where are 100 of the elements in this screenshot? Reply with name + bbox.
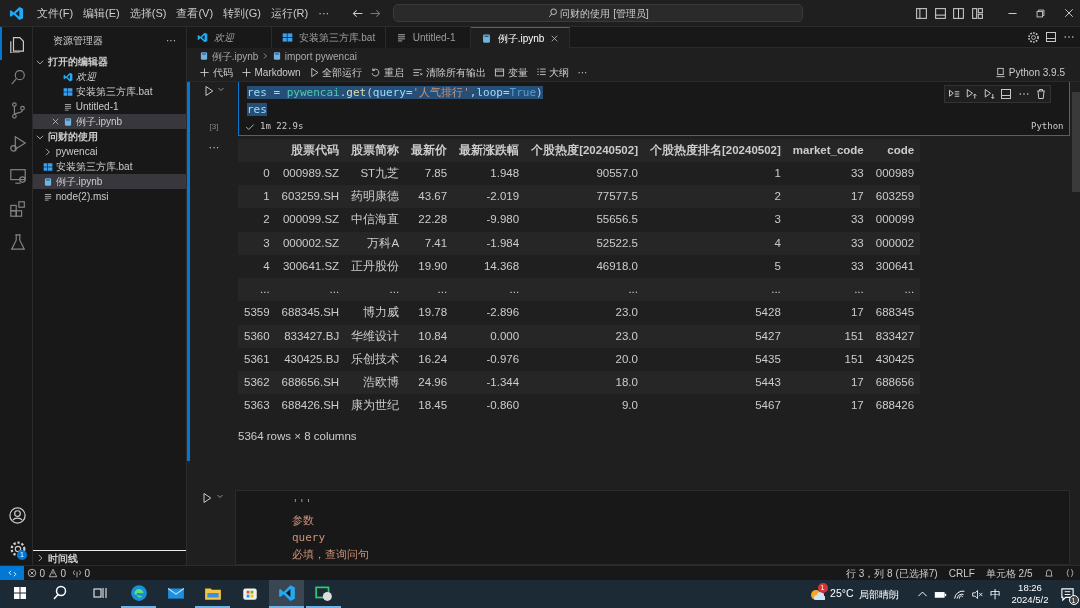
editor-tab[interactable]: 安装第三方库.bat <box>272 27 387 48</box>
command-center-search[interactable]: 问财的使用 [管理员] <box>393 4 804 22</box>
breadcrumb-item[interactable]: 例子.ipynb <box>211 48 259 64</box>
status-item[interactable]: 单元格 2/5 <box>985 565 1033 581</box>
section-header[interactable]: 打开的编辑器 <box>47 54 108 69</box>
toolbar-button[interactable]: 清除所有输出 <box>408 65 490 80</box>
toolbar-button[interactable]: 全部运行 <box>304 65 367 80</box>
start-icon[interactable] <box>12 585 28 601</box>
run-by-line-icon[interactable] <box>947 88 960 100</box>
run-all-icon <box>308 67 320 78</box>
toolbar-button[interactable]: 代码 <box>195 65 237 80</box>
menu-item[interactable]: 选择(S) <box>124 4 172 22</box>
table-cell: 000002.SZ <box>275 231 346 255</box>
editor-tab[interactable]: 欢迎 <box>187 27 272 48</box>
section-header[interactable]: 时间线 <box>47 550 78 566</box>
close-icon[interactable] <box>549 33 559 43</box>
close-icon[interactable] <box>51 117 60 126</box>
toolbar-button[interactable]: 大纲 <box>531 65 574 80</box>
code-line: query <box>291 530 327 546</box>
braces-icon[interactable] <box>1064 568 1075 578</box>
text-file-icon <box>43 191 53 202</box>
editor-tab[interactable]: 例子.ipynb <box>471 27 570 48</box>
wifi-icon[interactable] <box>952 587 966 601</box>
split-cell-icon[interactable] <box>1000 88 1013 100</box>
settings-icon[interactable] <box>1026 30 1040 44</box>
menu-item[interactable]: 编辑(E) <box>78 4 125 22</box>
file-item[interactable]: 安装第三方库.bat <box>33 159 186 174</box>
cell-language[interactable]: Python <box>1031 120 1064 134</box>
editor-tab[interactable]: Untitled-1 <box>386 27 472 48</box>
toolbar-button[interactable]: 变量 <box>489 65 532 80</box>
table-cell: 20.0 <box>525 347 644 371</box>
settings-icon[interactable] <box>8 539 27 558</box>
table-cell: 18.0 <box>525 371 644 395</box>
kernel-picker[interactable]: Python 3.9.5 <box>991 65 1069 80</box>
table-cell: 22.28 <box>405 208 454 232</box>
restore-icon[interactable] <box>1035 7 1046 19</box>
menu-item[interactable]: 转到(G) <box>218 4 266 22</box>
delete-icon[interactable] <box>1035 88 1048 100</box>
split-editor-icon[interactable] <box>1045 31 1057 43</box>
menu-item[interactable]: 文件(F) <box>32 4 79 22</box>
close-icon[interactable] <box>1062 7 1075 19</box>
toggle-panel-icon[interactable] <box>933 6 947 20</box>
vscode-logo-icon <box>197 32 208 43</box>
file-item[interactable]: 安装第三方库.bat <box>33 84 186 99</box>
menu-item[interactable]: 查看(V) <box>171 4 219 22</box>
file-item[interactable]: 例子.ipynb <box>33 174 186 189</box>
chevron-right-icon[interactable] <box>35 553 45 563</box>
search-icon <box>8 67 27 86</box>
menu-item[interactable]: ··· <box>313 4 335 22</box>
input-method-indicator[interactable]: 中 <box>989 585 1001 603</box>
run-below-icon[interactable] <box>982 88 995 100</box>
status-item[interactable]: CRLF <box>948 565 975 581</box>
scrollbar-thumb[interactable] <box>1072 92 1080 192</box>
menu-item[interactable]: 运行(R) <box>265 4 314 22</box>
file-item[interactable]: pywencai <box>33 144 186 159</box>
file-item[interactable]: 例子.ipynb <box>33 114 186 129</box>
toggle-sidebar-icon[interactable] <box>915 6 928 20</box>
table-cell: 药明康德 <box>345 185 406 209</box>
table-cell: 24.96 <box>405 371 454 395</box>
column-header: 最新价 <box>405 138 454 162</box>
clock[interactable]: 18:26 2024/5/2 <box>1011 582 1049 606</box>
row-index: ... <box>238 278 276 302</box>
muted-speaker-icon[interactable] <box>971 587 984 601</box>
status-item[interactable]: 0 <box>26 565 46 581</box>
table-cell: 151 <box>786 347 870 371</box>
column-header: 股票简称 <box>345 138 406 162</box>
toolbar-button[interactable]: 重启 <box>366 65 409 80</box>
toolbar-button[interactable]: ··· <box>573 65 592 80</box>
run-cell-icon[interactable] <box>202 84 215 97</box>
run-cell-icon[interactable] <box>201 492 214 505</box>
status-item[interactable]: 0 <box>71 565 90 581</box>
file-item[interactable]: 欢迎 <box>33 69 186 84</box>
task-view-icon[interactable] <box>92 585 108 601</box>
toolbar-button[interactable]: Markdown <box>236 65 305 80</box>
table-cell: 5467 <box>643 394 787 418</box>
breadcrumb-item[interactable]: import pywencai <box>284 48 357 64</box>
table-cell: 603259.SH <box>275 185 346 209</box>
windows-file-icon <box>282 32 293 43</box>
more-actions-button[interactable]: ··· <box>166 33 176 48</box>
file-item[interactable]: node(2).msi <box>33 189 186 204</box>
search-icon[interactable] <box>52 585 68 601</box>
account-icon[interactable] <box>8 506 27 525</box>
notifications-icon[interactable] <box>1043 568 1054 578</box>
file-item[interactable]: Untitled-1 <box>33 99 186 114</box>
customize-layout-icon[interactable] <box>970 6 984 20</box>
remote-button[interactable] <box>0 565 24 581</box>
flask-icon <box>8 232 27 251</box>
status-item[interactable]: 行 3，列 8 (已选择7) <box>846 565 938 581</box>
toggle-secondary-sidebar-icon[interactable] <box>952 6 965 20</box>
table-cell: 000002 <box>869 231 921 255</box>
table-cell: 4 <box>643 231 787 255</box>
run-above-icon[interactable] <box>965 88 978 100</box>
table-summary: 5364 rows × 8 columns <box>238 428 358 444</box>
notification-center-icon[interactable] <box>1059 586 1075 602</box>
status-item[interactable]: 0 <box>47 565 67 581</box>
section-header[interactable]: 问财的使用 <box>47 129 98 144</box>
table-cell: 90557.0 <box>525 161 644 185</box>
output-menu-button[interactable]: ··· <box>208 138 220 462</box>
table-cell: 55656.5 <box>525 208 644 232</box>
text-file-icon <box>63 101 73 112</box>
